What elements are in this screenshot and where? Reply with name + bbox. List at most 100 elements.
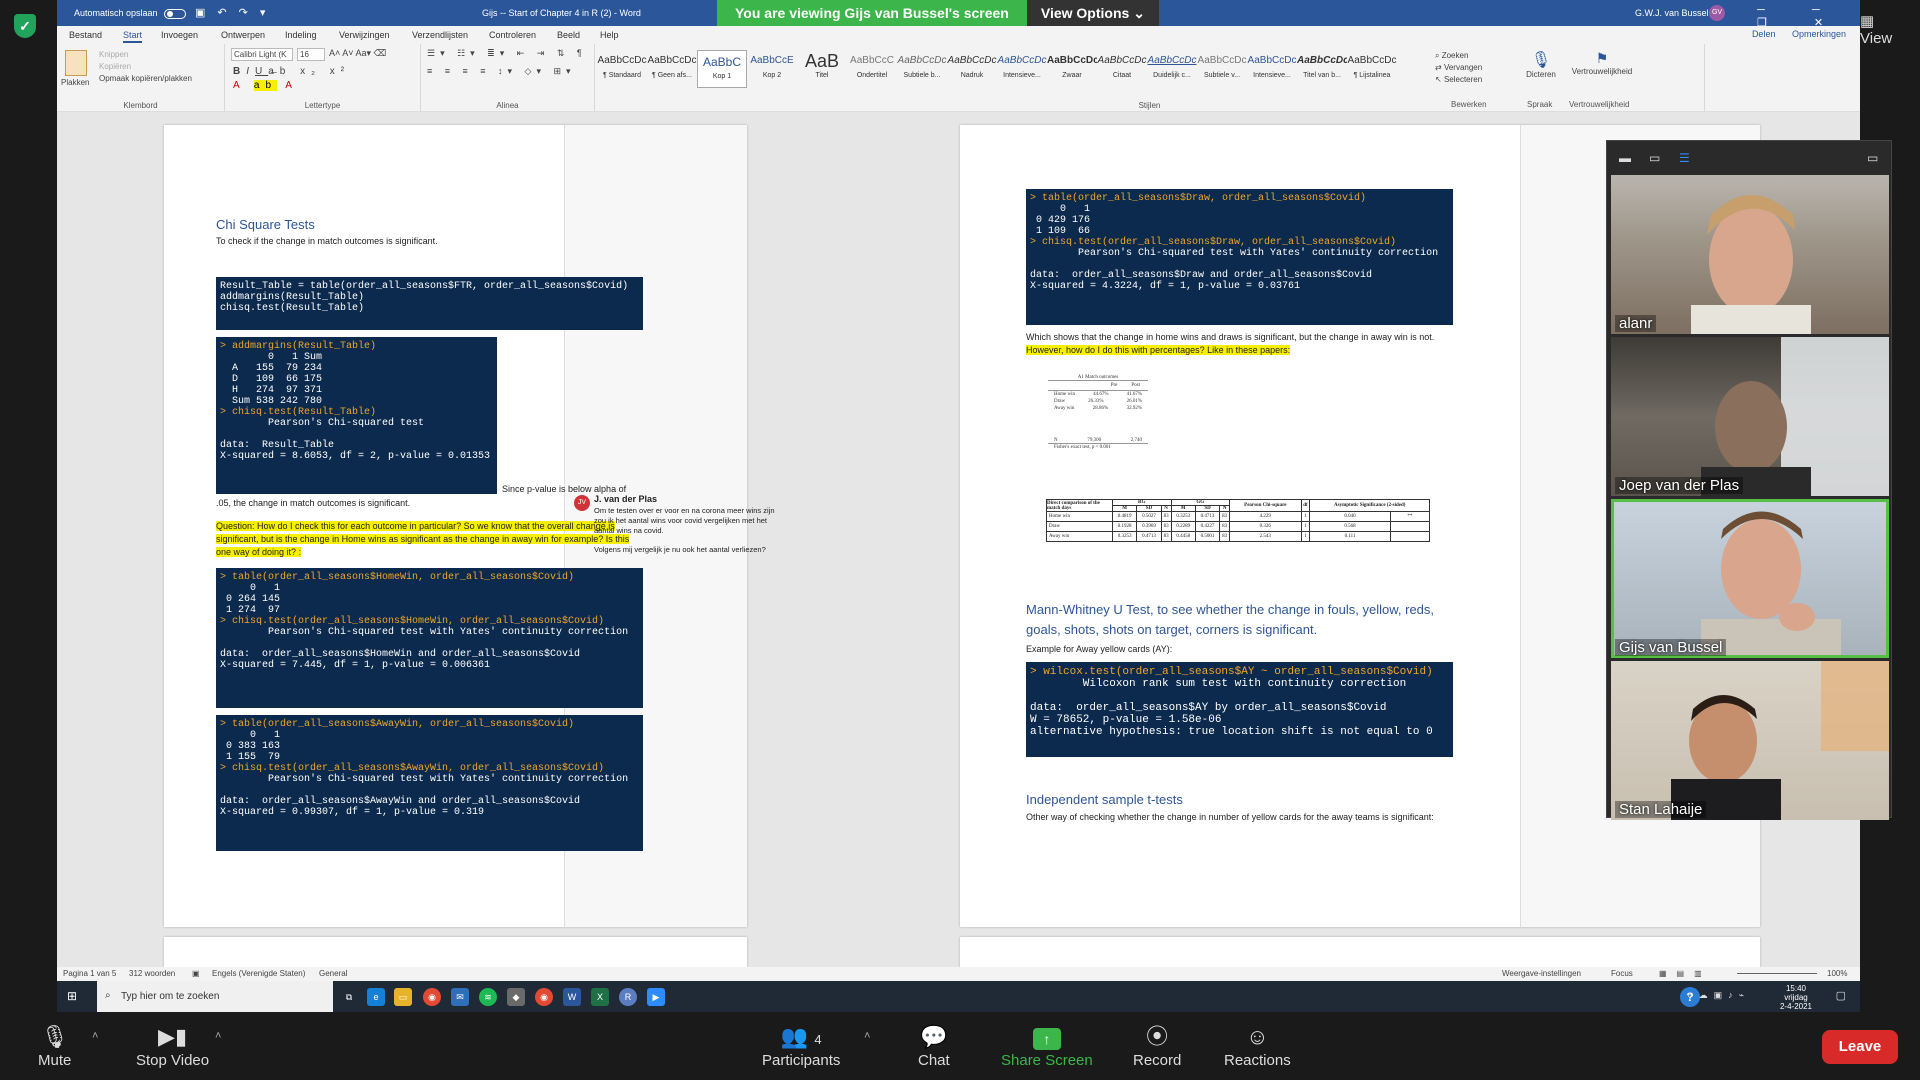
tab-help[interactable]: Help bbox=[600, 30, 619, 40]
excel-icon[interactable]: X bbox=[591, 988, 609, 1006]
participants-caret[interactable]: ˄ bbox=[864, 1030, 870, 1042]
account-avatar[interactable]: GV bbox=[1709, 5, 1725, 21]
video-options-caret[interactable]: ˄ bbox=[215, 1030, 221, 1042]
format-painter-button[interactable]: Opmaak kopiëren/plakken bbox=[99, 74, 192, 83]
t-test-paragraph[interactable]: Other way of checking whether the change… bbox=[1026, 811, 1456, 824]
comment-text-1[interactable]: Om te testen over er voor en na corona m… bbox=[594, 506, 780, 536]
code-block-5[interactable]: > table(order_all_seasons$Draw, order_al… bbox=[1026, 189, 1453, 325]
heading-chi-square[interactable]: Chi Square Tests bbox=[216, 217, 315, 232]
quick-access-icons[interactable]: ▣↶↷▾ bbox=[195, 6, 277, 19]
mute-button[interactable]: 🎙 Mute bbox=[38, 1022, 71, 1069]
view-button[interactable]: ▦View bbox=[1860, 12, 1912, 47]
page-count[interactable]: Pagina 1 van 5 bbox=[63, 969, 116, 978]
chrome-profile-icon[interactable]: ◉ bbox=[535, 988, 553, 1006]
record-button[interactable]: ⦿ Record bbox=[1133, 1022, 1181, 1069]
participant-tile-alanr[interactable]: alanr bbox=[1611, 175, 1889, 334]
zoom-app-icon[interactable]: ▶ bbox=[647, 988, 665, 1006]
text-format-icons[interactable]: BIUa̶b x₂ x² bbox=[233, 66, 350, 77]
heading-t-tests[interactable]: Independent sample t-tests bbox=[1026, 792, 1183, 807]
account-name[interactable]: G.W.J. van Bussel bbox=[1635, 8, 1709, 18]
focus-mode[interactable]: Focus bbox=[1611, 969, 1633, 978]
code-block-2[interactable]: > addmargins(Result_Table) 0 1 Sum A 155… bbox=[216, 337, 497, 494]
task-view-icon[interactable]: ⧉ bbox=[340, 988, 358, 1006]
intro-text[interactable]: To check if the change in match outcomes… bbox=[216, 235, 438, 248]
file-explorer-icon[interactable]: ▭ bbox=[394, 988, 412, 1006]
comment-avatar[interactable]: JV bbox=[574, 495, 590, 511]
dictate-button[interactable]: 🎙 Dicteren bbox=[1521, 50, 1561, 79]
tab-ontwerpen[interactable]: Ontwerpen bbox=[221, 30, 265, 40]
style-intensieve-nadruk[interactable]: AaBbCcDc Intensieve... bbox=[997, 50, 1047, 88]
spotify-icon[interactable]: ≋ bbox=[479, 988, 497, 1006]
leave-button[interactable]: Leave bbox=[1822, 1030, 1898, 1064]
zoom-level[interactable]: 100% bbox=[1827, 969, 1847, 978]
tab-controleren[interactable]: Controleren bbox=[489, 30, 536, 40]
pvalue-text-b[interactable]: .05, the change in match outcomes is sig… bbox=[216, 497, 410, 510]
replace-button[interactable]: ⇄ Vervangen bbox=[1435, 62, 1482, 74]
participant-tile-joep[interactable]: Joep van der Plas bbox=[1611, 337, 1889, 496]
participants-button[interactable]: 👥 4 Participants bbox=[762, 1022, 840, 1069]
proofing-icon[interactable]: ▣ bbox=[192, 969, 200, 978]
minimize-icon[interactable]: ▬ bbox=[1619, 151, 1631, 165]
tab-beeld[interactable]: Beeld bbox=[557, 30, 580, 40]
language[interactable]: Engels (Verenigde Staten) bbox=[212, 969, 305, 978]
taskbar-search[interactable]: ⌕ Typ hier om te zoeken bbox=[97, 981, 333, 1012]
style-subtiele-benadrukking[interactable]: AaBbCcDc Subtiele b... bbox=[897, 50, 947, 88]
expand-icon[interactable]: ▭ bbox=[1867, 151, 1878, 165]
stop-video-button[interactable]: ▶▮ Stop Video bbox=[136, 1022, 209, 1069]
autosave-toggle[interactable] bbox=[163, 8, 186, 19]
encryption-shield-icon[interactable]: ✓ bbox=[14, 14, 36, 38]
edge-icon[interactable]: e bbox=[367, 988, 385, 1006]
share-button[interactable]: Delen bbox=[1752, 29, 1776, 39]
cut-button[interactable]: Knippen bbox=[99, 50, 128, 59]
code-block-6[interactable]: > wilcox.test(order_all_seasons$AY ~ ord… bbox=[1026, 662, 1453, 757]
display-settings[interactable]: Weergave-instellingen bbox=[1502, 969, 1581, 978]
align-icons[interactable]: ≡ ≡ ≡ ≡ ↕▾ ◇▾ ⊞▾ bbox=[427, 66, 576, 77]
tab-indeling[interactable]: Indeling bbox=[285, 30, 317, 40]
code-block-1[interactable]: Result_Table = table(order_all_seasons$F… bbox=[216, 277, 643, 330]
thumbnail-view-icon[interactable]: ▭ bbox=[1649, 151, 1660, 165]
font-color-icons[interactable]: A ab A bbox=[233, 80, 298, 91]
style-intensieve-verwijzing[interactable]: AaBbCcDc Intensieve... bbox=[1247, 50, 1297, 88]
reactions-button[interactable]: ☺ Reactions bbox=[1224, 1022, 1291, 1069]
tab-verwijzingen[interactable]: Verwijzingen bbox=[339, 30, 390, 40]
speaker-view-icon[interactable]: ☰ bbox=[1679, 151, 1690, 165]
code-block-3[interactable]: > table(order_all_seasons$HomeWin, order… bbox=[216, 568, 643, 708]
app-icon[interactable]: ◆ bbox=[507, 988, 525, 1006]
tab-verzendlijsten[interactable]: Verzendlijsten bbox=[412, 30, 468, 40]
chrome-icon[interactable]: ◉ bbox=[423, 988, 441, 1006]
style-titel-van-boek[interactable]: AaBbCcDc Titel van b... bbox=[1297, 50, 1347, 88]
sensitivity-status[interactable]: General bbox=[319, 969, 347, 978]
find-button[interactable]: ⌕ Zoeken bbox=[1435, 50, 1482, 62]
autosave[interactable]: Automatisch opslaan bbox=[74, 8, 186, 19]
rstudio-icon[interactable]: R bbox=[619, 988, 637, 1006]
example-text[interactable]: Example for Away yellow cards (AY): bbox=[1026, 643, 1172, 656]
notification-icon[interactable]: ▢ bbox=[1836, 989, 1846, 1002]
chat-button[interactable]: 💬 Chat bbox=[918, 1022, 950, 1069]
word-count[interactable]: 312 woorden bbox=[129, 969, 175, 978]
participant-tile-stan[interactable]: Stan Lahaije bbox=[1611, 661, 1889, 820]
style-duidelijk-citaat[interactable]: AaBbCcDc Duidelijk c... bbox=[1147, 50, 1197, 88]
style-titel[interactable]: AaB Titel bbox=[797, 50, 847, 88]
tab-start[interactable]: Start bbox=[123, 30, 143, 43]
style-citaat[interactable]: AaBbCcDc Citaat bbox=[1097, 50, 1147, 88]
style-ondertitel[interactable]: AaBbCcC Ondertitel bbox=[847, 50, 897, 88]
tab-bestand[interactable]: Bestand bbox=[69, 30, 102, 40]
comment-text-2[interactable]: Volgens mij vergelijk je nu ook het aant… bbox=[594, 545, 780, 555]
style-kop-2[interactable]: AaBbCcE Kop 2 bbox=[747, 50, 797, 88]
copy-button[interactable]: Kopiëren bbox=[99, 62, 131, 71]
windows-start-icon[interactable]: ⊞ bbox=[67, 989, 81, 1003]
participant-tile-gijs[interactable]: Gijs van Bussel bbox=[1611, 499, 1889, 658]
paste-button[interactable]: Plakken bbox=[61, 78, 89, 87]
taskbar-clock[interactable]: 15:40 vrijdag 2-4-2021 bbox=[1780, 984, 1812, 1011]
heading-mann-whitney[interactable]: Mann-Whitney U Test, to see whether the … bbox=[1026, 600, 1466, 640]
font-size-box[interactable]: 16 bbox=[297, 48, 325, 61]
grow-shrink-font-icons[interactable]: A˄ A˅ Aa▾ ⌫ bbox=[329, 48, 386, 59]
font-name-box[interactable]: Calibri Light (K bbox=[231, 48, 293, 61]
tab-invoegen[interactable]: Invoegen bbox=[161, 30, 198, 40]
system-tray-icons[interactable]: ˄☁▣♪⌁ bbox=[1687, 990, 1750, 1001]
style-nadruk[interactable]: AaBbCcDc Nadruk bbox=[947, 50, 997, 88]
audio-options-caret[interactable]: ˄ bbox=[92, 1030, 98, 1042]
paragraph-percentages[interactable]: Which shows that the change in home wins… bbox=[1026, 331, 1456, 357]
style-kop-1[interactable]: AaBbC Kop 1 bbox=[697, 50, 747, 88]
zoom-slider[interactable] bbox=[1737, 973, 1817, 974]
